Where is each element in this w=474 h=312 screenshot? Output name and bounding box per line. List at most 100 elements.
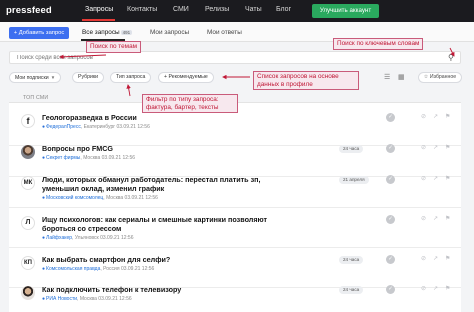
media-source[interactable]: Секрет фирмы: [46, 155, 80, 161]
answer-check-icon[interactable]: ✓: [386, 255, 395, 264]
request-row[interactable]: МК Люди, которых обманул работодатель: п…: [9, 170, 461, 208]
hide-icon[interactable]: ⊘: [421, 285, 426, 292]
deadline-badge: 24 часа: [339, 286, 364, 294]
share-icon[interactable]: ↗: [433, 255, 438, 262]
hide-icon[interactable]: ⊘: [421, 113, 426, 120]
verified-icon: ●: [42, 266, 46, 272]
answer-check-icon[interactable]: ✓: [386, 144, 395, 153]
chevron-down-icon: ▼: [50, 75, 56, 80]
search-input[interactable]: [9, 51, 461, 64]
media-logo-icon: МК: [21, 176, 35, 190]
favorites-button[interactable]: ☆ Избранное: [418, 72, 462, 83]
location: Ульяновск: [74, 235, 99, 241]
hide-icon[interactable]: ⊘: [421, 215, 426, 222]
request-meta: ●Секрет фирмы, Москва 03.09.21 12:56: [42, 155, 136, 161]
share-icon[interactable]: ↗: [433, 215, 438, 222]
annotation-profile-list: Список запросов на основе данных в профи…: [253, 71, 359, 91]
app-logo[interactable]: pressfeed: [6, 5, 52, 16]
tab-all-requests[interactable]: Все запросы 491: [82, 29, 133, 36]
date: 03.09.21 12:56: [116, 124, 150, 130]
section-label: ТОП СМИ: [23, 95, 49, 101]
request-meta: ●РИА Новости, Москва 03.09.21 12:56: [42, 296, 132, 302]
hide-icon[interactable]: ⊘: [421, 144, 426, 151]
request-title[interactable]: Как подключить телефон к телевизору: [42, 285, 275, 294]
nav-releases[interactable]: Релизы: [205, 6, 229, 13]
tab-all-requests-label: Все запросы: [82, 29, 120, 36]
date: 03.09.21 12:56: [120, 266, 155, 272]
annotation-topic-search: Поиск по темам: [86, 41, 142, 53]
media-source[interactable]: Московский комсомолец: [46, 195, 103, 201]
location: Москва: [83, 155, 101, 161]
request-row[interactable]: Л Ищу психологов: как сериалы и смешные …: [9, 210, 461, 248]
request-meta: ●Лайфхакер, Ульяновск 03.09.21 12:56: [42, 235, 134, 241]
request-meta: ●ФедералПресс, Екатеринбург 03.09.21 12:…: [42, 124, 150, 130]
verified-icon: ●: [42, 124, 46, 130]
request-row[interactable]: Как подключить телефон к телевизору ●РИА…: [9, 280, 461, 312]
tab-my-requests[interactable]: Мои запросы: [150, 29, 189, 36]
request-title[interactable]: Люди, которых обманул работодатель: пере…: [42, 175, 275, 193]
tab-my-answers[interactable]: Мои ответы: [207, 29, 242, 36]
media-source[interactable]: ФедералПресс: [46, 124, 81, 130]
bookmark-icon[interactable]: ⚑: [445, 215, 450, 222]
deadline-badge: 24 часа: [339, 145, 364, 153]
share-icon[interactable]: ↗: [433, 175, 438, 182]
search-icon[interactable]: ⚲: [448, 53, 457, 62]
media-logo-icon: f: [21, 114, 35, 128]
location: Москва: [106, 195, 124, 201]
location: Россия: [103, 266, 120, 272]
upgrade-account-button[interactable]: Улучшить аккаунт: [312, 4, 379, 18]
recommended-label: Рекомендуемые: [168, 74, 208, 80]
media-logo-icon: Л: [21, 216, 35, 230]
bookmark-icon[interactable]: ⚑: [445, 113, 450, 120]
tab-count-badge: 491: [120, 29, 133, 35]
bookmark-icon[interactable]: ⚑: [445, 285, 450, 292]
location: Екатеринбург: [83, 124, 116, 130]
recommended-filter[interactable]: + Рекомендуемые: [158, 72, 214, 83]
hide-icon[interactable]: ⊘: [421, 255, 426, 262]
deadline-badge: 24 часа: [339, 256, 364, 264]
request-meta: ●Московский комсомолец, Москва 03.09.21 …: [42, 195, 158, 201]
nav-active-indicator: [82, 19, 115, 21]
date: 03.09.21 12:56: [100, 235, 134, 241]
media-source[interactable]: Комсомольская правда: [46, 266, 100, 272]
top-navigation: pressfeed Запросы Контакты СМИ Релизы Ча…: [0, 0, 474, 22]
date: 03.09.21 12:56: [98, 296, 132, 302]
media-source[interactable]: РИА Новости: [46, 296, 77, 302]
nav-chats[interactable]: Чаты: [245, 6, 262, 13]
hide-icon[interactable]: ⊘: [421, 175, 426, 182]
request-title[interactable]: Ищу психологов: как сериалы и смешные ка…: [42, 215, 275, 233]
add-request-button[interactable]: + Добавить запрос: [9, 27, 69, 39]
grid-view-icon[interactable]: ▦: [398, 73, 405, 81]
my-subscriptions-dropdown[interactable]: Мои подписки ▼: [9, 72, 62, 83]
date: 03.09.21 12:56: [101, 155, 136, 161]
nav-media[interactable]: СМИ: [173, 6, 189, 13]
share-icon[interactable]: ↗: [433, 285, 438, 292]
rubrics-filter[interactable]: Рубрики: [72, 72, 105, 83]
request-title[interactable]: Как выбрать смартфон для селфи?: [42, 255, 275, 264]
nav-requests[interactable]: Запросы: [85, 6, 113, 13]
date: 03.09.21 12:56: [124, 195, 158, 201]
request-type-filter[interactable]: Тип запроса: [110, 72, 152, 83]
media-source[interactable]: Лайфхакер: [46, 235, 72, 241]
verified-icon: ●: [42, 195, 46, 201]
my-subscriptions-label: Мои подписки: [15, 75, 49, 81]
deadline-badge: 21 апреля: [339, 176, 369, 184]
share-icon[interactable]: ↗: [433, 113, 438, 120]
answer-check-icon[interactable]: ✓: [386, 285, 395, 294]
answer-check-icon[interactable]: ✓: [386, 215, 395, 224]
nav-blog[interactable]: Блог: [276, 6, 291, 13]
bookmark-icon[interactable]: ⚑: [445, 144, 450, 151]
bookmark-icon[interactable]: ⚑: [445, 255, 450, 262]
request-title[interactable]: Вопросы про FMCG: [42, 144, 275, 153]
nav-contacts[interactable]: Контакты: [127, 6, 157, 13]
list-view-icon[interactable]: ☰: [384, 73, 390, 81]
bookmark-icon[interactable]: ⚑: [445, 175, 450, 182]
annotation-type-filter: Фильтр по типу запроса: фактура, бартер,…: [142, 94, 238, 114]
share-icon[interactable]: ↗: [433, 144, 438, 151]
answer-check-icon[interactable]: ✓: [386, 175, 395, 184]
request-title[interactable]: Геологоразведка в России: [42, 113, 275, 122]
annotation-keyword-search: Поиск по ключевым словам: [333, 38, 424, 50]
journalist-avatar: [21, 145, 35, 159]
answer-check-icon[interactable]: ✓: [386, 113, 395, 122]
journalist-avatar: [21, 286, 35, 300]
